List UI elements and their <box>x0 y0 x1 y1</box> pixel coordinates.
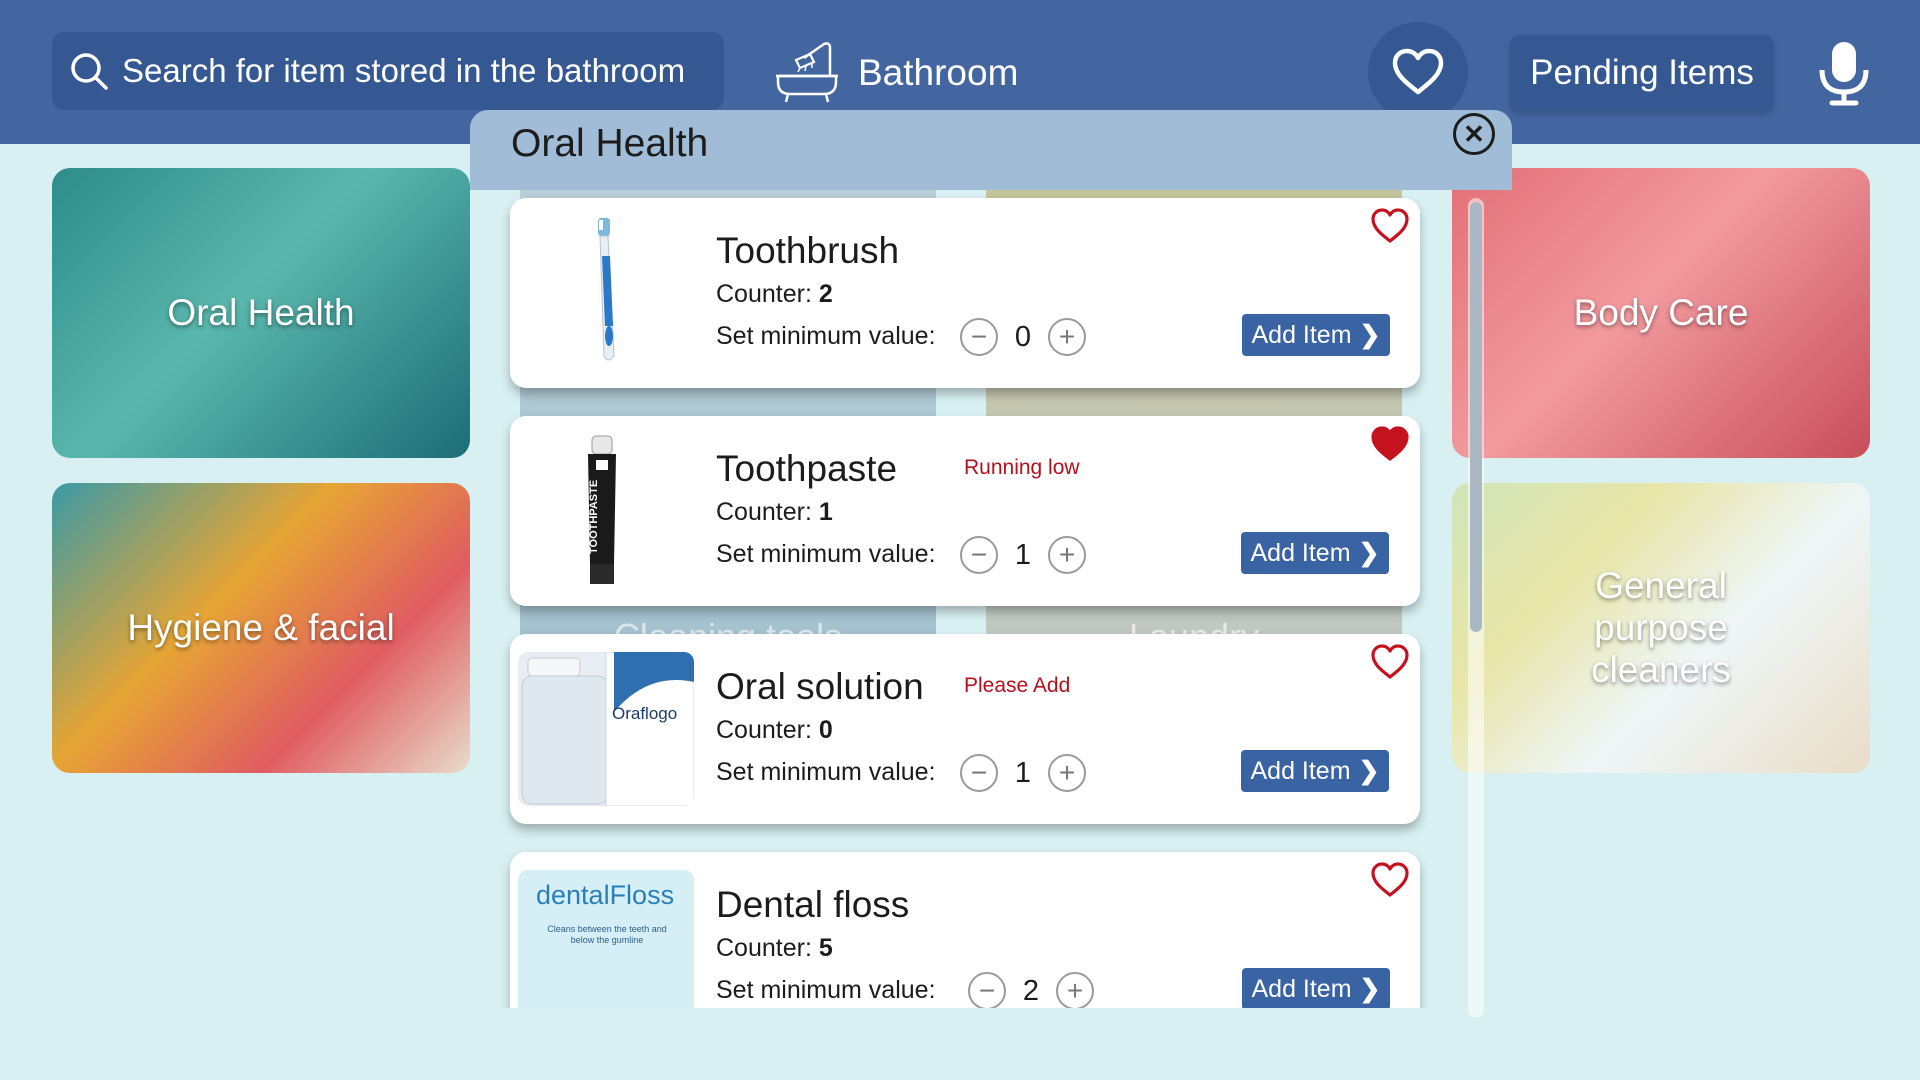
add-item-label: Add Item <box>1250 756 1351 785</box>
favorites-button[interactable] <box>1368 22 1468 122</box>
chevron-right-icon: ❯ <box>1359 321 1381 349</box>
minimum-stepper: − 0 + <box>960 316 1086 358</box>
category-title: General purpose cleaners <box>1591 565 1731 690</box>
min-label: Set minimum value: <box>716 758 936 786</box>
increment-button[interactable]: + <box>1048 318 1086 356</box>
item-counter: Counter: 5 <box>716 934 833 963</box>
minimum-stepper: − 1 + <box>960 752 1086 794</box>
increment-button[interactable]: + <box>1056 972 1094 1008</box>
panel-title: Oral Health <box>511 122 709 165</box>
category-title: Hygiene & facial <box>127 607 395 648</box>
minimum-value: 1 <box>1014 756 1032 789</box>
category-body-care[interactable]: Body Care <box>1452 168 1870 458</box>
scrollbar-thumb[interactable] <box>1470 202 1482 632</box>
chevron-right-icon: ❯ <box>1359 975 1381 1003</box>
increment-button[interactable]: + <box>1048 536 1086 574</box>
heart-filled-icon[interactable] <box>1370 426 1410 462</box>
item-card-toothbrush: Toothbrush Counter: 2 Set minimum value:… <box>510 198 1420 388</box>
add-item-button[interactable]: Add Item ❯ <box>1241 532 1389 574</box>
decrement-button[interactable]: − <box>968 972 1006 1008</box>
decrement-button[interactable]: − <box>960 536 998 574</box>
item-status: Running low <box>964 456 1080 479</box>
counter-value: 1 <box>818 498 833 526</box>
add-item-button[interactable]: Add Item ❯ <box>1242 314 1390 356</box>
counter-value: 0 <box>818 716 833 744</box>
counter-label: Counter: <box>716 716 812 744</box>
room-selector[interactable]: Bathroom <box>774 38 1018 108</box>
min-label: Set minimum value: <box>716 976 936 1004</box>
heart-outline-icon[interactable] <box>1370 644 1410 680</box>
item-image: dentalFloss Cleans between the teeth and… <box>518 870 694 1008</box>
add-item-button[interactable]: Add Item ❯ <box>1241 750 1389 792</box>
bathtub-icon <box>776 42 838 103</box>
category-title: Body Care <box>1573 292 1749 333</box>
item-image: TOOTHPASTE <box>518 434 694 588</box>
item-name: Dental floss <box>716 884 910 925</box>
room-label[interactable]: Bathroom <box>858 52 1018 94</box>
microphone-icon[interactable] <box>1814 40 1874 106</box>
decrement-button[interactable]: − <box>960 754 998 792</box>
search-bar[interactable]: Search for item stored in the bathroom <box>52 32 724 110</box>
search-placeholder[interactable]: Search for item stored in the bathroom <box>122 52 685 90</box>
category-general-cleaners[interactable]: General purpose cleaners <box>1452 483 1870 773</box>
heart-outline-icon[interactable] <box>1370 208 1410 244</box>
close-icon[interactable]: ✕ <box>1453 113 1495 155</box>
pending-items-button[interactable]: Pending Items <box>1510 35 1774 111</box>
counter-label: Counter: <box>716 280 812 308</box>
floss-text: Cleans between the teeth and below the g… <box>547 924 667 945</box>
chevron-right-icon: ❯ <box>1358 757 1380 785</box>
item-card-dental-floss: dentalFloss Cleans between the teeth and… <box>510 852 1420 1008</box>
min-label: Set minimum value: <box>716 322 936 350</box>
toothbrush-image <box>598 218 615 361</box>
item-counter: Counter: 0 <box>716 716 833 745</box>
item-counter: Counter: 1 <box>716 498 833 527</box>
item-name: Toothpaste <box>716 448 898 489</box>
minimum-value: 0 <box>1014 320 1032 353</box>
item-image: Oraflogo <box>518 652 694 806</box>
item-name: Oral solution <box>716 666 924 707</box>
item-image <box>518 216 694 370</box>
add-item-label: Add Item <box>1250 538 1351 567</box>
minimum-stepper: − 1 + <box>960 534 1086 576</box>
minimum-stepper: − 2 + <box>968 970 1094 1008</box>
counter-label: Counter: <box>716 934 812 962</box>
item-card-oral-solution: Oraflogo Oral solution Please Add Counte… <box>510 634 1420 824</box>
search-icon <box>71 53 108 90</box>
counter-label: Counter: <box>716 498 812 526</box>
add-item-label: Add Item <box>1251 974 1352 1003</box>
category-title: Oral Health <box>167 292 355 333</box>
min-label: Set minimum value: <box>716 540 936 568</box>
category-oral-health[interactable]: Oral Health <box>52 168 470 458</box>
heart-outline-icon <box>1392 48 1444 95</box>
chevron-right-icon: ❯ <box>1358 539 1380 567</box>
minimum-value: 2 <box>1022 974 1040 1007</box>
oral-solution-brand: Oraflogo <box>612 704 678 723</box>
increment-button[interactable]: + <box>1048 754 1086 792</box>
category-hygiene-facial[interactable]: Hygiene & facial <box>52 483 470 773</box>
item-name: Toothbrush <box>716 230 900 271</box>
toothpaste-brand: TOOTHPASTE <box>588 479 600 554</box>
scrollbar[interactable] <box>1468 198 1484 1018</box>
minimum-value: 1 <box>1014 538 1032 571</box>
item-counter: Counter: 2 <box>716 280 833 309</box>
floss-brand: dentalFloss <box>536 880 675 910</box>
counter-value: 5 <box>818 934 833 962</box>
item-card-toothpaste: TOOTHPASTE Toothpaste Running low Counte… <box>510 416 1420 606</box>
oral-solution-image <box>521 652 694 806</box>
item-status: Please Add <box>964 674 1071 697</box>
add-item-label: Add Item <box>1251 320 1352 349</box>
add-item-button[interactable]: Add Item ❯ <box>1242 968 1390 1008</box>
counter-value: 2 <box>818 280 833 308</box>
decrement-button[interactable]: − <box>960 318 998 356</box>
heart-outline-icon[interactable] <box>1370 862 1410 898</box>
